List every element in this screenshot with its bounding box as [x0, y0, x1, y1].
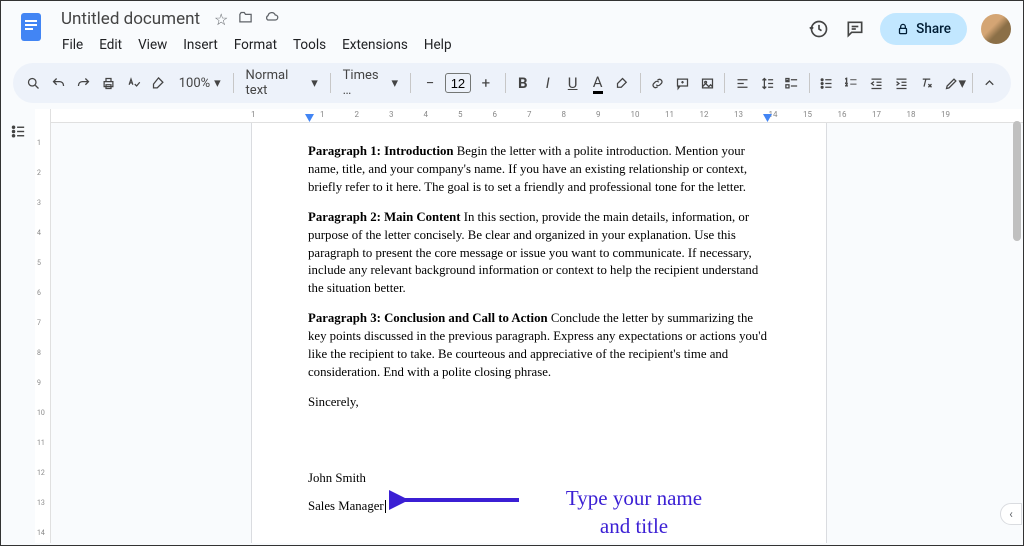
- menu-view[interactable]: View: [131, 33, 174, 57]
- menu-insert[interactable]: Insert: [176, 33, 225, 57]
- comment-icon[interactable]: [671, 70, 693, 96]
- decrease-indent-icon[interactable]: [866, 70, 888, 96]
- document-page[interactable]: Paragraph 1: Introduction Begin the lett…: [251, 123, 827, 543]
- spellcheck-icon[interactable]: [123, 70, 145, 96]
- collapse-icon[interactable]: [979, 70, 1001, 96]
- signature-title: Sales Manager: [308, 498, 770, 516]
- print-icon[interactable]: [98, 70, 120, 96]
- increase-indent-icon[interactable]: [891, 70, 913, 96]
- search-icon[interactable]: [23, 70, 45, 96]
- signature-name: John Smith: [308, 470, 770, 488]
- image-icon[interactable]: [696, 70, 718, 96]
- scrollbar[interactable]: [1011, 91, 1021, 515]
- clear-format-icon[interactable]: [916, 70, 938, 96]
- comments-icon[interactable]: [844, 18, 866, 40]
- line-spacing-icon[interactable]: [756, 70, 778, 96]
- share-label: Share: [916, 21, 951, 37]
- show-side-panel-icon[interactable]: ‹: [1000, 503, 1022, 525]
- app-header: Untitled document ☆ File Edit View Inser…: [1, 1, 1023, 57]
- document-title[interactable]: Untitled document: [55, 7, 206, 31]
- menu-extensions[interactable]: Extensions: [335, 33, 415, 57]
- decrease-font-icon[interactable]: −: [417, 70, 443, 96]
- text-color-icon[interactable]: A: [587, 70, 609, 96]
- menu-help[interactable]: Help: [417, 33, 459, 57]
- outline-icon[interactable]: [10, 125, 27, 144]
- menu-format[interactable]: Format: [227, 33, 284, 57]
- lock-icon: [896, 22, 910, 36]
- cloud-status-icon[interactable]: [263, 10, 280, 29]
- align-icon[interactable]: [731, 70, 753, 96]
- chevron-down-icon: ▾: [311, 76, 318, 91]
- style-select[interactable]: Normal text ▾: [240, 65, 324, 101]
- paragraph-3: Paragraph 3: Conclusion and Call to Acti…: [308, 310, 770, 382]
- indent-marker-right-icon[interactable]: [763, 114, 772, 123]
- highlight-icon[interactable]: [612, 70, 634, 96]
- undo-icon[interactable]: [48, 70, 70, 96]
- font-select[interactable]: Times … ▾: [337, 65, 404, 101]
- increase-font-icon[interactable]: +: [473, 70, 499, 96]
- zoom-select[interactable]: 100% ▾: [173, 73, 227, 94]
- checklist-icon[interactable]: [781, 70, 803, 96]
- svg-text:2: 2: [845, 83, 848, 88]
- numbered-list-icon[interactable]: 12: [841, 70, 863, 96]
- avatar[interactable]: [981, 14, 1011, 44]
- chevron-down-icon: ▾: [392, 76, 399, 91]
- link-icon[interactable]: [646, 70, 668, 96]
- paragraph-1: Paragraph 1: Introduction Begin the lett…: [308, 143, 770, 197]
- vertical-ruler: 1234567891011121314: [35, 109, 51, 543]
- closing-line: Sincerely,: [308, 394, 770, 412]
- star-icon[interactable]: ☆: [214, 10, 228, 29]
- bold-icon[interactable]: B: [512, 70, 534, 96]
- editing-mode-icon[interactable]: ▾: [944, 70, 967, 96]
- indent-marker-left-icon[interactable]: [305, 114, 314, 123]
- outline-rail: [1, 109, 35, 543]
- underline-icon[interactable]: U: [562, 70, 584, 96]
- menu-edit[interactable]: Edit: [92, 33, 129, 57]
- toolbar: 100% ▾ Normal text ▾ Times … ▾ − + B I U…: [13, 63, 1011, 103]
- docs-logo-icon: [13, 9, 49, 45]
- bullet-list-icon[interactable]: [816, 70, 838, 96]
- chevron-down-icon: ▾: [214, 76, 221, 91]
- menu-tools[interactable]: Tools: [286, 33, 333, 57]
- italic-icon[interactable]: I: [537, 70, 559, 96]
- paint-format-icon[interactable]: [148, 70, 170, 96]
- paragraph-2: Paragraph 2: Main Content In this sectio…: [308, 209, 770, 299]
- history-icon[interactable]: [808, 18, 830, 40]
- font-size-input[interactable]: [445, 73, 471, 93]
- horizontal-ruler: 112345678910111213141516171819: [51, 109, 1023, 123]
- share-button[interactable]: Share: [880, 13, 967, 45]
- menu-bar: File Edit View Insert Format Tools Exten…: [55, 33, 808, 57]
- menu-file[interactable]: File: [55, 33, 90, 57]
- redo-icon[interactable]: [73, 70, 95, 96]
- move-icon[interactable]: [238, 10, 253, 29]
